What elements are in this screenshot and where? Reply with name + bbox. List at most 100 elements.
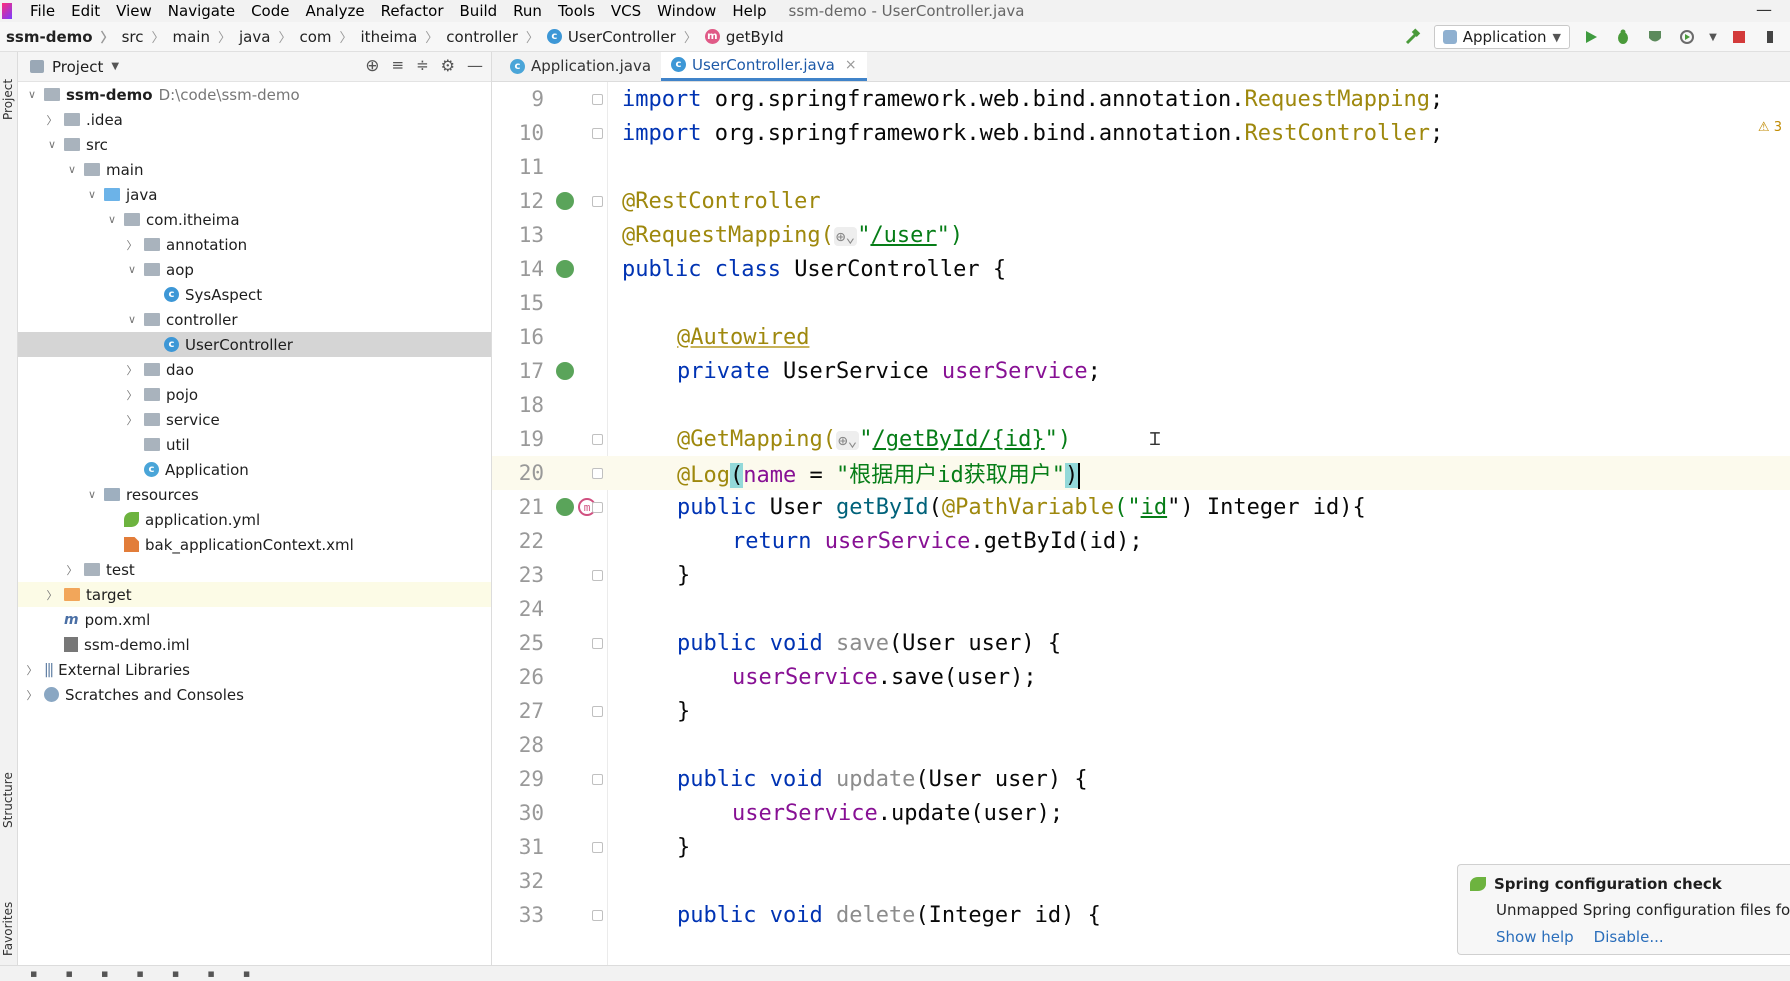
profile-icon[interactable] <box>1676 26 1698 48</box>
chevron-down-icon[interactable]: ∨ <box>84 488 100 501</box>
fold-marker-icon[interactable] <box>592 127 603 139</box>
tree-item-selected[interactable]: c UserController <box>18 332 491 357</box>
chevron-right-icon[interactable]: 〉 <box>44 587 60 603</box>
fold-marker-icon[interactable] <box>592 195 603 207</box>
menu-tools[interactable]: Tools <box>550 2 603 20</box>
fold-marker-icon[interactable] <box>592 705 603 717</box>
tree-item[interactable]: util <box>18 432 491 457</box>
menu-code[interactable]: Code <box>243 2 297 20</box>
project-panel-title[interactable]: Project <box>52 58 103 76</box>
locate-icon[interactable]: ⊕ <box>365 56 379 76</box>
chevron-down-icon[interactable]: ∨ <box>124 263 140 276</box>
fold-marker-icon[interactable] <box>592 433 603 445</box>
breadcrumb-com[interactable]: com 〉 <box>299 27 360 47</box>
fold-marker-icon[interactable] <box>592 467 603 479</box>
tree-item[interactable]: ∨ controller <box>18 307 491 332</box>
disable-link[interactable]: Disable... <box>1594 928 1664 946</box>
problems-tool-tab-icon[interactable]: ▪ <box>101 967 108 980</box>
tree-item[interactable]: ∨ ssm-demo D:\code\ssm-demo <box>18 82 491 107</box>
build-hammer-icon[interactable] <box>1402 26 1424 48</box>
tree-item[interactable]: 〉 target <box>18 582 491 607</box>
fold-marker-icon[interactable] <box>592 93 603 105</box>
tree-item[interactable]: 〉 pojo <box>18 382 491 407</box>
spring-bean-gutter-icon[interactable] <box>556 260 574 278</box>
stripe-favorites-tab[interactable]: Favorites <box>1 902 15 956</box>
chevron-right-icon[interactable]: 〉 <box>44 112 60 128</box>
debug-tool-tab-icon[interactable]: ▪ <box>30 967 37 980</box>
tree-item[interactable]: 〉 Scratches and Consoles <box>18 682 491 707</box>
collapse-all-icon[interactable]: ≑ <box>416 56 429 76</box>
fold-marker-icon[interactable] <box>592 909 603 921</box>
run-icon[interactable] <box>1580 26 1602 48</box>
tree-item[interactable]: ∨ resources <box>18 482 491 507</box>
breadcrumb-main[interactable]: main 〉 <box>173 27 240 47</box>
menu-navigate[interactable]: Navigate <box>160 2 243 20</box>
chevron-down-icon[interactable]: ∨ <box>104 213 120 226</box>
tree-item[interactable]: 〉 .idea <box>18 107 491 132</box>
breadcrumb-getbyid[interactable]: m getById <box>704 28 784 46</box>
tree-item[interactable]: 〉 dao <box>18 357 491 382</box>
hide-icon[interactable]: — <box>467 56 483 76</box>
tree-item[interactable]: ∨ com.itheima <box>18 207 491 232</box>
breadcrumb-usercontroller[interactable]: c UserController 〉 <box>546 27 705 46</box>
fold-marker-icon[interactable] <box>592 501 603 513</box>
chevron-right-icon[interactable]: 〉 <box>124 412 140 428</box>
autowired-gutter-icon[interactable] <box>556 362 574 380</box>
breadcrumb-controller[interactable]: controller 〉 <box>446 27 547 47</box>
expand-all-icon[interactable]: ≡ <box>392 56 405 76</box>
chevron-right-icon[interactable]: 〉 <box>64 562 80 578</box>
tree-item[interactable]: c SysAspect <box>18 282 491 307</box>
menu-vcs[interactable]: VCS <box>603 2 649 20</box>
tree-item[interactable]: ssm-demo.iml <box>18 632 491 657</box>
stripe-project-tab[interactable]: Project <box>1 79 15 120</box>
tree-item[interactable]: 〉 test <box>18 557 491 582</box>
tree-item[interactable]: ∨ java <box>18 182 491 207</box>
menu-run[interactable]: Run <box>505 2 550 20</box>
tree-item[interactable]: ∨ src <box>18 132 491 157</box>
chevron-down-icon[interactable]: ∨ <box>64 163 80 176</box>
breadcrumb-src[interactable]: src 〉 <box>122 27 173 47</box>
menu-build[interactable]: Build <box>452 2 506 20</box>
spring-bean-gutter-icon[interactable] <box>556 192 574 210</box>
coverage-icon[interactable] <box>1644 26 1666 48</box>
debug-icon[interactable] <box>1612 26 1634 48</box>
show-help-link[interactable]: Show help <box>1496 928 1574 946</box>
chevron-right-icon[interactable]: 〉 <box>124 387 140 403</box>
fold-marker-icon[interactable] <box>592 569 603 581</box>
gear-icon[interactable]: ⚙ <box>441 56 455 76</box>
spring-tool-tab-icon[interactable]: ▪ <box>243 967 250 980</box>
tab-application-java[interactable]: c Application.java <box>500 52 661 81</box>
breadcrumb-project[interactable]: ssm-demo 〉 <box>6 27 122 47</box>
todo-tool-tab-icon[interactable]: ▪ <box>65 967 72 980</box>
url-mapping-link[interactable]: /user <box>870 223 936 248</box>
chevron-down-icon[interactable]: ∨ <box>24 88 40 101</box>
tree-item[interactable]: ∨ aop <box>18 257 491 282</box>
menu-view[interactable]: View <box>108 2 160 20</box>
stripe-structure-tab[interactable]: Structure <box>1 772 15 828</box>
chevron-right-icon[interactable]: 〉 <box>24 687 40 703</box>
url-mapping-link[interactable]: /getById/{id} <box>872 427 1044 452</box>
web-globe-icon[interactable]: ⊕⌄ <box>835 430 860 450</box>
chevron-down-icon[interactable]: ∨ <box>124 313 140 326</box>
tree-item[interactable]: application.yml <box>18 507 491 532</box>
request-mapping-gutter-icon[interactable] <box>556 498 574 516</box>
code-area[interactable]: ⚠ 3 9 import org.springframework.web.bin… <box>492 82 1790 965</box>
tree-item[interactable]: 〉 ||| External Libraries <box>18 657 491 682</box>
menu-help[interactable]: Help <box>724 2 774 20</box>
chevron-down-icon[interactable]: ▼ <box>111 61 119 72</box>
web-globe-icon[interactable]: ⊕⌄ <box>833 226 858 246</box>
fold-marker-icon[interactable] <box>592 637 603 649</box>
terminal-tool-tab-icon[interactable]: ▪ <box>136 967 143 980</box>
sidebar-toggle-icon[interactable] <box>1760 26 1782 48</box>
chevron-right-icon[interactable]: 〉 <box>24 662 40 678</box>
stop-icon[interactable] <box>1728 26 1750 48</box>
tree-item[interactable]: ∨ main <box>18 157 491 182</box>
fold-marker-icon[interactable] <box>592 773 603 785</box>
tree-item[interactable]: bak_applicationContext.xml <box>18 532 491 557</box>
more-run-options-icon[interactable]: ▼ <box>1708 26 1718 48</box>
menu-analyze[interactable]: Analyze <box>297 2 372 20</box>
menu-refactor[interactable]: Refactor <box>373 2 452 20</box>
profiler-tool-tab-icon[interactable]: ▪ <box>172 967 179 980</box>
chevron-down-icon[interactable]: ∨ <box>84 188 100 201</box>
tree-item[interactable]: 〉 service <box>18 407 491 432</box>
